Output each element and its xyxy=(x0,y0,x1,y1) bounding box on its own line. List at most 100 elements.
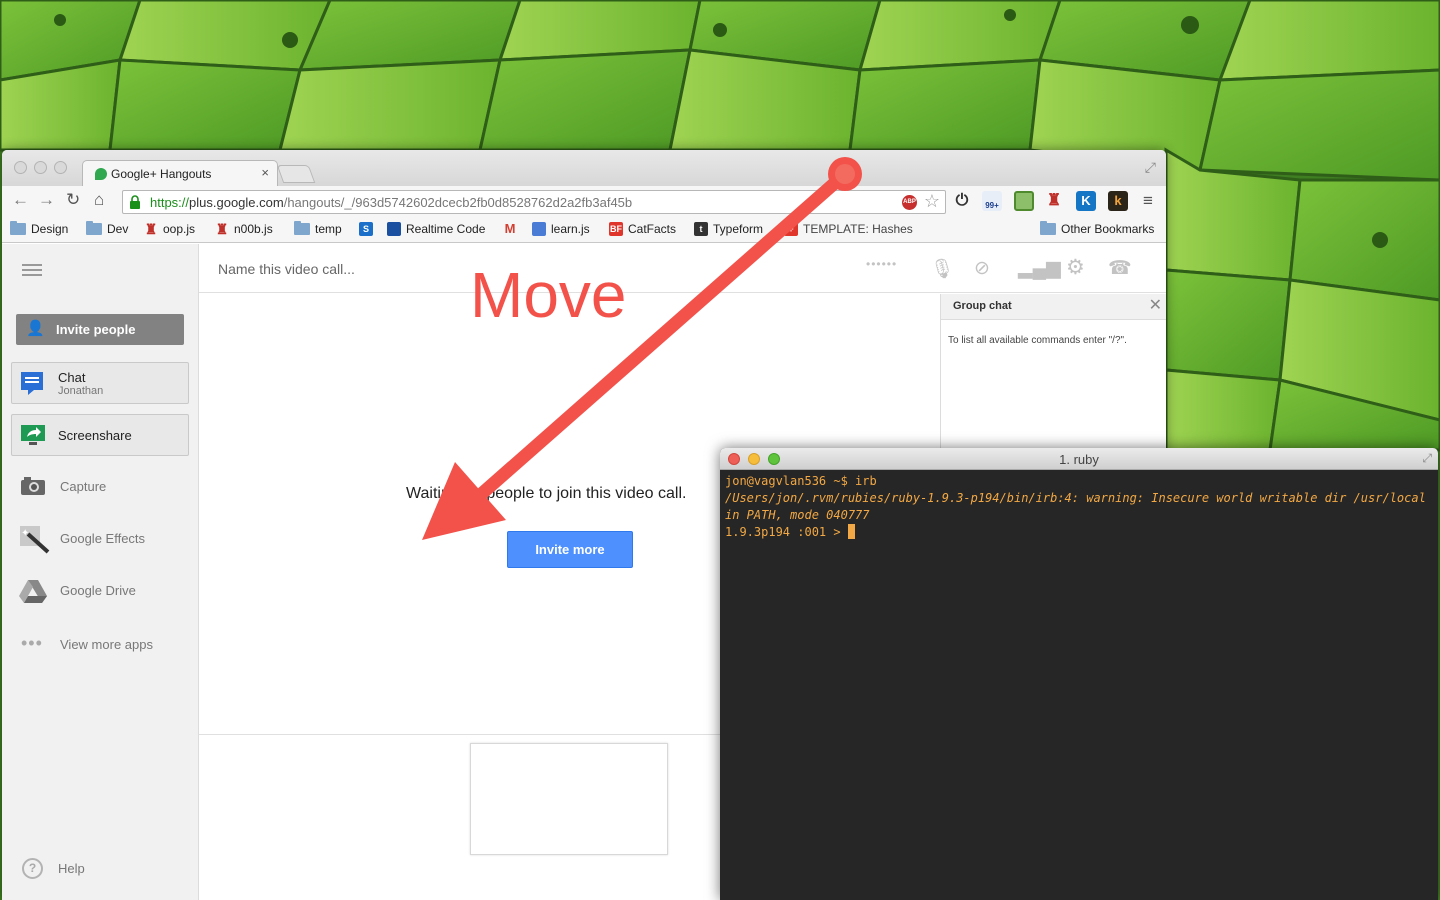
magic-wand-icon: ✦ xyxy=(20,526,50,554)
group-chat-title: Group chat xyxy=(953,300,1012,312)
terminal-line: /Users/jon/.rvm/rubies/ruby-1.9.3-p194/b… xyxy=(725,491,1434,522)
bookmark-template-hashes[interactable]: + TEMPLATE: Hashes xyxy=(784,222,913,236)
camera-off-icon[interactable]: ⊘ xyxy=(974,257,990,280)
tab-title: Google+ Hangouts xyxy=(111,167,212,181)
bookmark-learn-js[interactable]: learn.js xyxy=(532,222,590,236)
call-name-input[interactable]: Name this video call... xyxy=(218,261,355,277)
mute-mic-icon[interactable]: 🎙 xyxy=(930,257,954,281)
invite-more-button[interactable]: Invite more xyxy=(507,531,633,568)
document-icon xyxy=(532,222,546,236)
bookmarks-bar: Design Dev ♜ oop.js ♜ n00b.js temp S Realt… xyxy=(2,217,1166,243)
notifications-badge-icon[interactable]: 99+ xyxy=(982,191,1002,211)
folder-icon xyxy=(10,221,26,235)
self-view-thumbnail[interactable] xyxy=(470,743,668,855)
url-text: https://plus.google.com/hangouts/_/963d5… xyxy=(150,195,633,210)
folder-icon xyxy=(86,221,102,235)
refresh-extension-icon[interactable] xyxy=(1014,191,1034,211)
s-icon: S xyxy=(359,222,373,236)
terminal-prompt-line: 1.9.3p194 :001 > xyxy=(725,524,1433,541)
bookmark-design[interactable]: Design xyxy=(10,221,68,236)
chat-sub-label: Jonathan xyxy=(58,385,104,397)
terminal-titlebar: 1. ruby ⤢ xyxy=(720,448,1438,470)
close-icon[interactable]: ✕ xyxy=(1149,295,1162,315)
tab-google-hangouts[interactable]: Google+ Hangouts × xyxy=(82,160,278,186)
adblock-icon[interactable]: ABP xyxy=(902,195,917,210)
bookmark-dev[interactable]: Dev xyxy=(86,221,128,236)
divider xyxy=(199,292,1166,293)
invite-people-button[interactable]: 👤 Invite people xyxy=(16,314,184,345)
fullscreen-icon[interactable]: ⤢ xyxy=(1422,451,1432,466)
screenshare-label: Screenshare xyxy=(58,428,132,443)
app-capture[interactable]: Capture xyxy=(16,472,186,502)
annotation-label: Move xyxy=(470,259,627,331)
bookmark-typeform[interactable]: t Typeform xyxy=(694,222,763,236)
folder-icon xyxy=(1040,221,1056,235)
window-minimize-button[interactable] xyxy=(34,161,47,174)
terminal-line: jon@vagvlan536 ~$ irb xyxy=(725,474,877,488)
fullscreen-icon[interactable]: ⤢ xyxy=(1145,159,1156,176)
tab-close-icon[interactable]: × xyxy=(261,165,269,180)
hamburger-icon[interactable] xyxy=(22,264,42,279)
realtime-code-icon xyxy=(387,222,401,236)
bf-icon: BF xyxy=(609,222,623,236)
bookmark-star-icon[interactable]: ☆ xyxy=(924,191,940,212)
app-view-more[interactable]: ••• View more apps xyxy=(16,630,186,660)
terminal-prompt: 1.9.3p194 :001 > xyxy=(725,525,848,539)
window-zoom-button[interactable] xyxy=(54,161,67,174)
folder-icon xyxy=(294,221,310,235)
window-close-button[interactable] xyxy=(14,161,27,174)
bookmark-other[interactable]: Other Bookmarks xyxy=(1040,221,1154,236)
reload-icon[interactable]: ↻ xyxy=(66,190,80,210)
capture-label: Capture xyxy=(60,479,107,494)
app-google-effects[interactable]: ✦ Google Effects xyxy=(16,524,186,554)
power-icon[interactable]: ⏻ xyxy=(952,191,972,211)
hangouts-icon xyxy=(95,168,107,180)
k-blue-extension-icon[interactable]: K xyxy=(1076,191,1096,211)
bookmark-s[interactable]: S xyxy=(359,222,373,236)
invite-people-label: Invite people xyxy=(56,322,136,337)
google-drive-label: Google Drive xyxy=(60,583,136,598)
bookmark-gmail[interactable]: M xyxy=(503,222,522,236)
google-drive-icon xyxy=(19,580,47,603)
app-chat[interactable]: Chat Jonathan xyxy=(11,362,189,404)
tab-strip: Google+ Hangouts × ⤢ xyxy=(2,150,1166,186)
help-icon[interactable]: ? xyxy=(22,858,43,879)
view-more-apps-label: View more apps xyxy=(60,637,153,652)
help-label[interactable]: Help xyxy=(58,861,85,876)
app-screenshare[interactable]: Screenshare xyxy=(11,414,189,456)
chat-label: Chat xyxy=(58,370,86,385)
forward-icon[interactable]: → xyxy=(38,190,55,210)
new-tab-button[interactable] xyxy=(276,165,316,183)
bookmark-realtime-code[interactable]: Realtime Code xyxy=(387,222,485,236)
browser-toolbar: ← → ↻ ⌂ https://plus.google.com/hangouts… xyxy=(2,186,1166,217)
screenshare-icon xyxy=(21,425,45,445)
add-person-icon: 👤 xyxy=(26,320,45,337)
sofa-icon: ♜ xyxy=(215,221,229,237)
terminal-title: 1. ruby xyxy=(1059,452,1099,467)
google-effects-label: Google Effects xyxy=(60,531,146,546)
group-chat-header: Group chat ✕ xyxy=(941,294,1166,320)
bookmark-catfacts[interactable]: BF CatFacts xyxy=(609,222,676,236)
camera-icon xyxy=(21,477,45,495)
waiting-message: Waiting for people to join this video ca… xyxy=(406,485,687,502)
sofa-icon: ♜ xyxy=(144,221,158,237)
menu-icon[interactable]: ≡ xyxy=(1138,191,1158,211)
bookmark-temp[interactable]: temp xyxy=(294,221,342,236)
bookmark-n00b-js[interactable]: ♜ n00b.js xyxy=(215,222,273,236)
terminal-output[interactable]: jon@vagvlan536 ~$ irb/Users/jon/.rvm/rub… xyxy=(725,473,1433,541)
bandwidth-icon[interactable]: ▂▄▆ xyxy=(1018,257,1061,280)
typeform-icon: t xyxy=(694,222,708,236)
k-dark-extension-icon[interactable]: k xyxy=(1108,191,1128,211)
terminal-window: 1. ruby ⤢ jon@vagvlan536 ~$ irb/Users/jo… xyxy=(720,448,1438,900)
hang-up-icon[interactable]: ☎ xyxy=(1108,257,1132,280)
settings-gear-icon[interactable]: ⚙ xyxy=(1066,255,1085,280)
sofa-icon[interactable]: ♜ xyxy=(1044,191,1064,211)
app-google-drive[interactable]: Google Drive xyxy=(16,576,186,606)
back-icon[interactable]: ← xyxy=(12,190,29,210)
template-icon: + xyxy=(784,222,798,236)
home-icon[interactable]: ⌂ xyxy=(94,190,104,210)
hangout-sidebar: 👤 Invite people Chat Jonathan Screenshar… xyxy=(2,244,199,900)
group-chat-hint: To list all available commands enter "/?… xyxy=(948,335,1127,346)
bookmark-oop-js[interactable]: ♜ oop.js xyxy=(144,222,195,236)
address-bar[interactable]: https://plus.google.com/hangouts/_/963d5… xyxy=(122,190,946,214)
